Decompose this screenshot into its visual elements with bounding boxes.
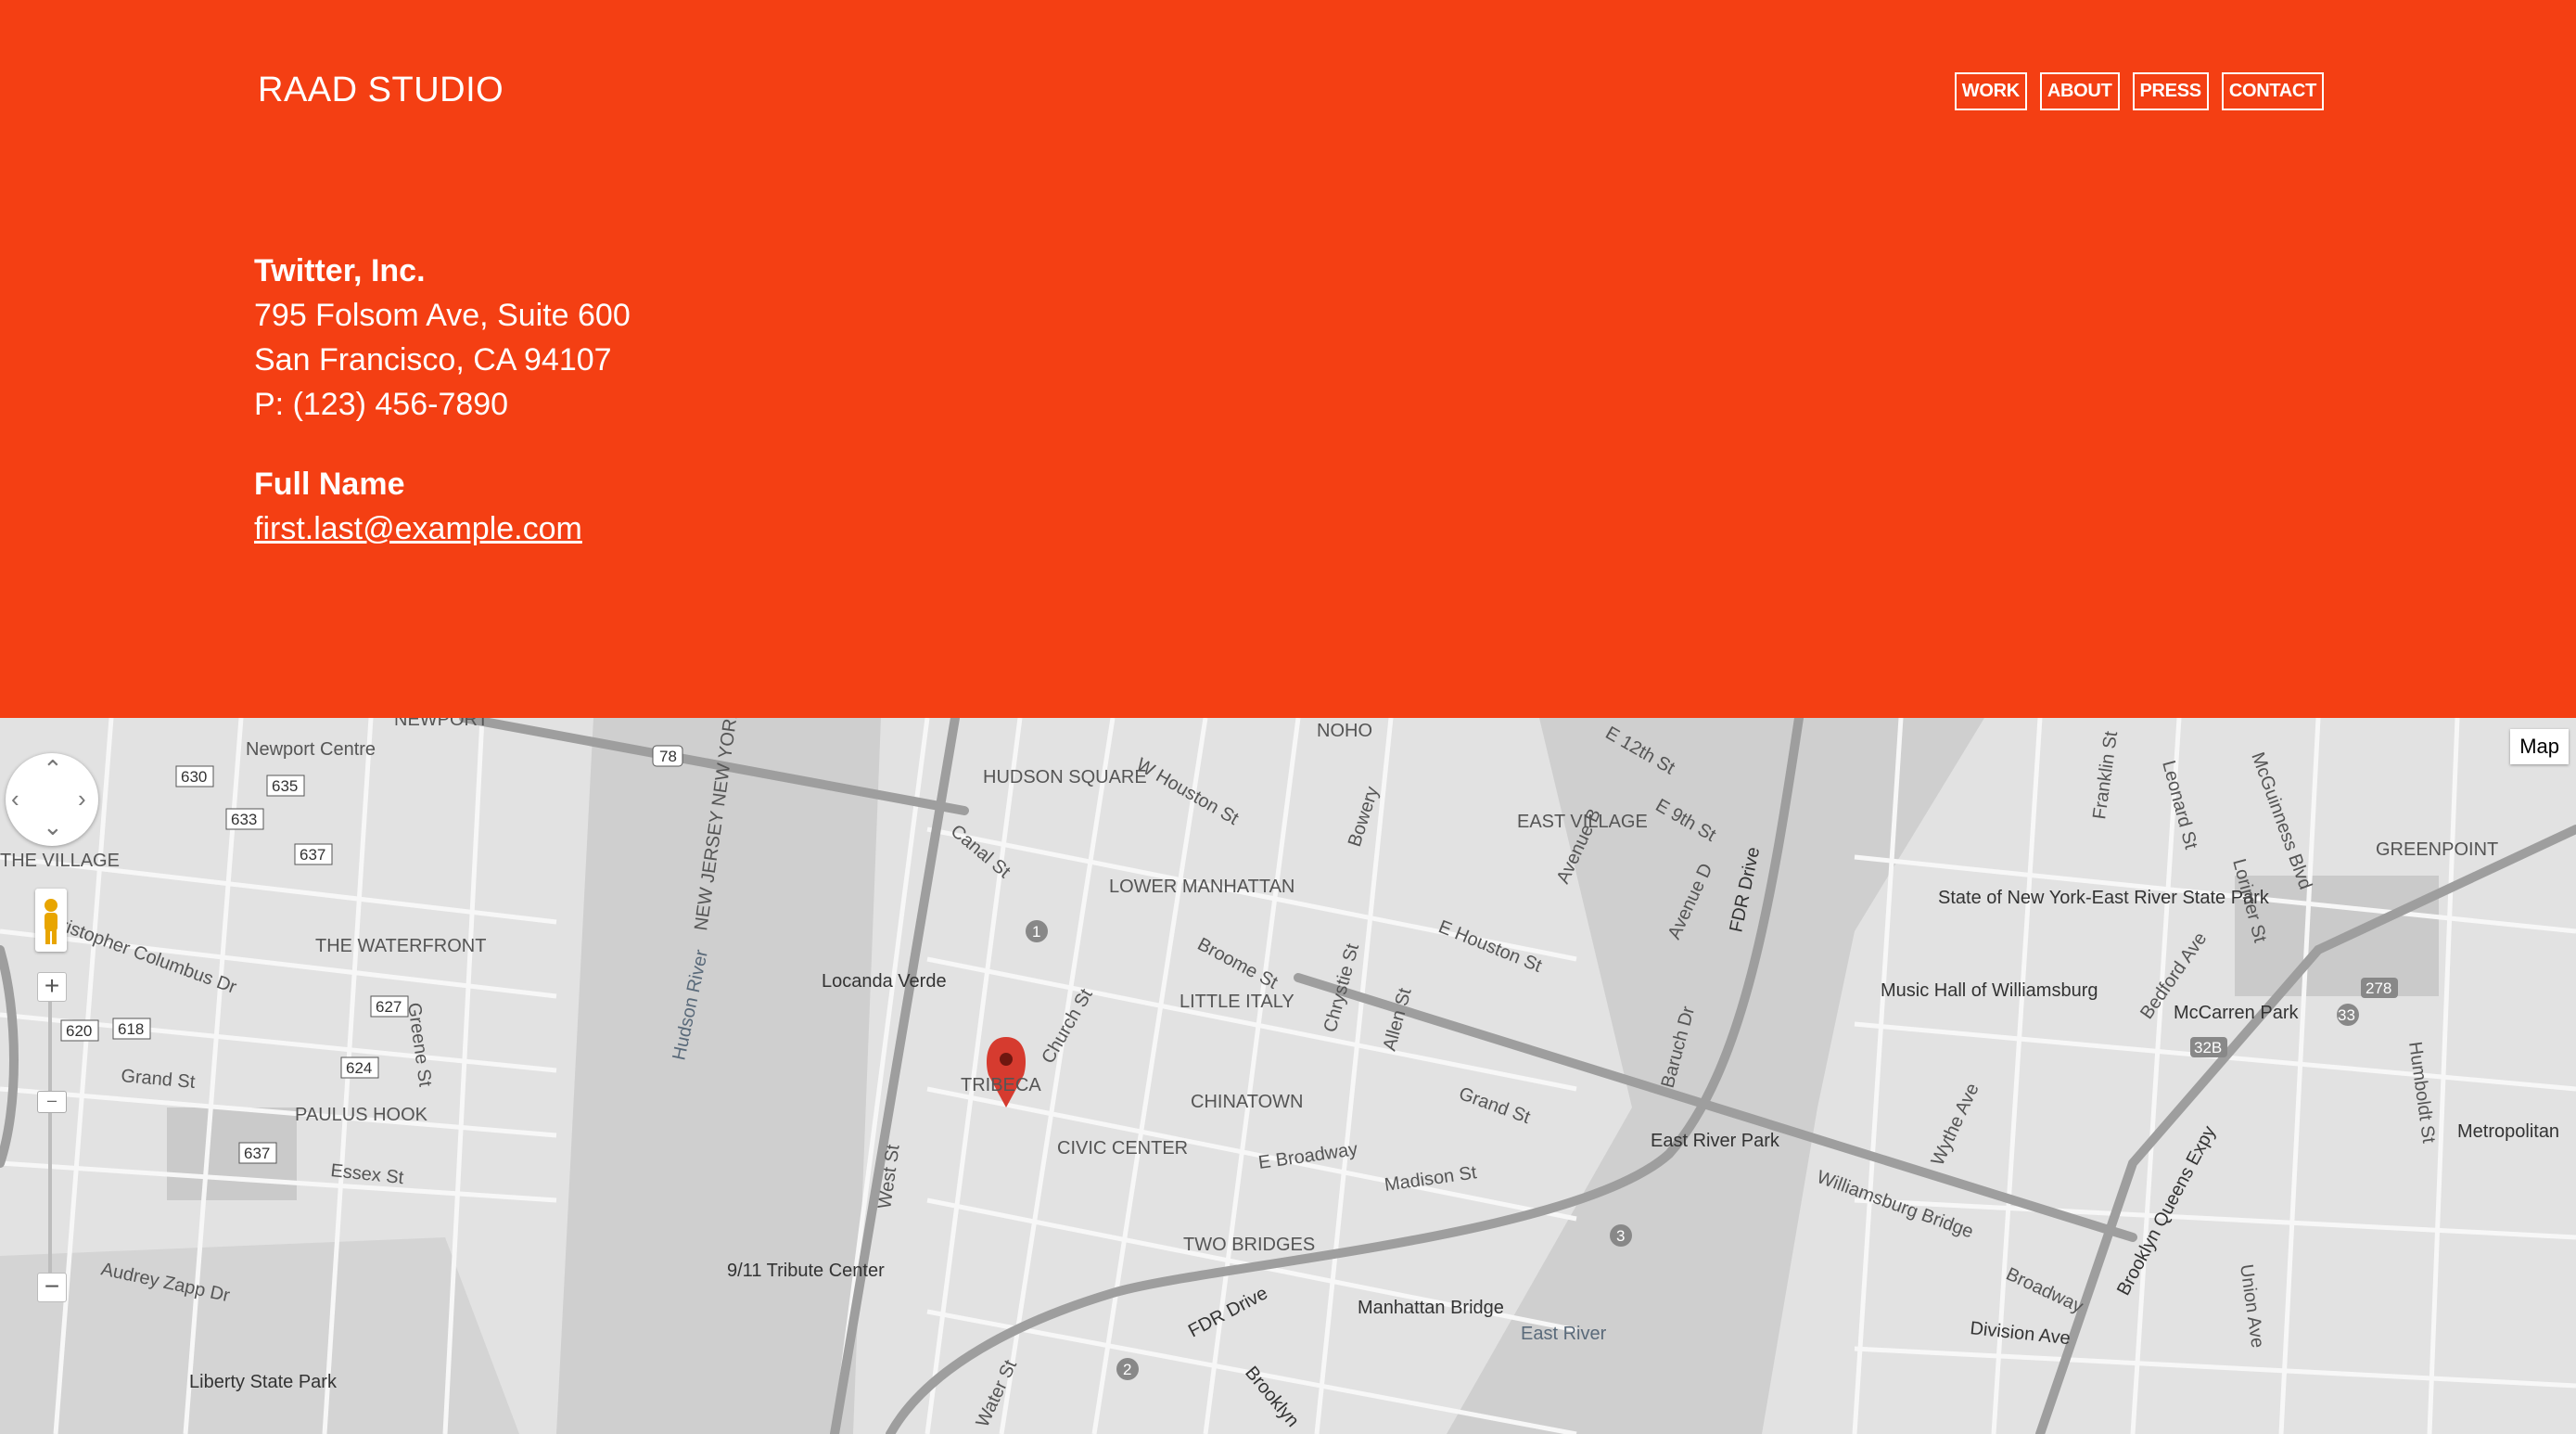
map-label: State of New York-East River State Park: [1938, 888, 2270, 908]
map-label: TWO BRIDGES: [1183, 1235, 1315, 1255]
map-label: Wythe Ave: [1928, 1081, 1983, 1169]
map-label: Metropolitan: [2457, 1121, 2559, 1142]
zoom-slider-handle[interactable]: –: [37, 1091, 67, 1113]
route-shield: 633: [231, 811, 257, 828]
map-label: Water St: [973, 1357, 1022, 1431]
map-label: Music Hall of Williamsburg: [1881, 980, 2098, 1001]
route-shield: 637: [300, 846, 325, 864]
nav-contact[interactable]: CONTACT: [2221, 72, 2324, 110]
route-shield: 33: [2338, 1006, 2355, 1024]
map-label: Manhattan Bridge: [1358, 1298, 1504, 1318]
route-shield: 635: [272, 777, 298, 795]
map-label: Union Ave: [2236, 1263, 2267, 1350]
nav-about[interactable]: ABOUT: [2039, 72, 2120, 110]
map-label: Locanda Verde: [822, 971, 947, 992]
zoom-slider-track[interactable]: [48, 987, 52, 1293]
route-shield: 278: [2366, 979, 2391, 997]
map-label: LITTLE ITALY: [1180, 992, 1294, 1012]
route-shield: 32B: [2194, 1039, 2222, 1056]
map-label: LOWER MANHATTAN: [1109, 877, 1294, 897]
nav-work[interactable]: WORK: [1954, 72, 2027, 110]
route-shield: 630: [181, 768, 207, 786]
pan-control[interactable]: ⌃ ⌄ ‹ ›: [6, 753, 98, 846]
map-label: HUDSON SQUARE: [983, 767, 1147, 787]
map-label: PAULUS HOOK: [295, 1105, 428, 1125]
map-label: Division Ave: [1969, 1318, 2071, 1349]
map-label: Newport Centre: [246, 739, 376, 760]
main-nav: WORK ABOUT PRESS CONTACT: [1954, 72, 2324, 110]
map[interactable]: Newport Centre THE VILLAGE THE WATERFRON…: [0, 718, 2576, 1434]
map-label: Liberty State Park: [189, 1372, 338, 1392]
site-logo[interactable]: RAAD STUDIO: [258, 70, 504, 110]
route-shield: 3: [1616, 1227, 1625, 1245]
map-label: W Houston St: [1133, 754, 1243, 829]
map-label: GREENPOINT: [2376, 839, 2498, 860]
route-shield: 624: [346, 1059, 372, 1077]
map-label: Grand St: [121, 1066, 197, 1093]
pan-right-icon[interactable]: ›: [78, 787, 86, 811]
pan-up-icon[interactable]: ⌃: [43, 757, 63, 781]
route-shield: 618: [118, 1020, 144, 1038]
map-label: Leonard St: [2158, 759, 2201, 852]
map-canvas: Newport Centre THE VILLAGE THE WATERFRON…: [0, 718, 2576, 1434]
map-label: CIVIC CENTER: [1057, 1138, 1188, 1159]
map-label: NEWPORT: [394, 718, 489, 730]
map-type-button[interactable]: Map: [2510, 729, 2569, 764]
hero-section: RAAD STUDIO WORK ABOUT PRESS CONTACT Twi…: [0, 0, 2576, 718]
map-label: Franklin St: [2089, 730, 2122, 821]
map-label: E Houston St: [1435, 916, 1545, 977]
map-label: THE WATERFRONT: [315, 936, 486, 956]
email-link[interactable]: first.last@example.com: [254, 511, 582, 546]
map-label: Allen St: [1380, 986, 1416, 1054]
map-marker-icon[interactable]: [986, 1037, 1027, 1108]
route-shield: 637: [244, 1145, 270, 1162]
map-label: Grand St: [1456, 1083, 1533, 1128]
route-shield: 1: [1032, 923, 1040, 941]
contact-info: Twitter, Inc. 795 Folsom Ave, Suite 600 …: [254, 249, 631, 551]
nav-press[interactable]: PRESS: [2132, 72, 2209, 110]
zoom-in-button[interactable]: +: [37, 972, 67, 1002]
route-shield: 2: [1123, 1361, 1131, 1378]
map-label: CHINATOWN: [1191, 1092, 1303, 1112]
map-label: FDR Drive: [1185, 1283, 1271, 1341]
map-label: Brooklyn: [1241, 1363, 1303, 1431]
map-label: 9/11 Tribute Center: [727, 1261, 885, 1281]
route-shield: 620: [66, 1022, 92, 1040]
map-label: THE VILLAGE: [0, 851, 120, 871]
map-label: Broadway: [2003, 1264, 2086, 1318]
phone-number: P: (123) 456-7890: [254, 387, 509, 422]
map-label: Brooklyn Queens Expy: [2113, 1122, 2220, 1299]
pan-left-icon[interactable]: ‹: [11, 787, 19, 811]
address-line-2: San Francisco, CA 94107: [254, 342, 612, 378]
street-view-pegman-icon[interactable]: [35, 889, 67, 952]
route-shield: 627: [376, 998, 402, 1016]
map-label: East River: [1521, 1324, 1607, 1344]
map-label: McCarren Park: [2174, 1003, 2299, 1023]
contact-name: Full Name: [254, 467, 405, 502]
company-name: Twitter, Inc.: [254, 253, 426, 288]
route-shield: 78: [659, 748, 677, 765]
map-label: Humboldt St: [2404, 1041, 2439, 1145]
map-label: TRIBECA: [961, 1075, 1041, 1095]
map-label: East River Park: [1651, 1131, 1780, 1151]
zoom-out-button[interactable]: −: [37, 1273, 67, 1302]
address-line-1: 795 Folsom Ave, Suite 600: [254, 298, 631, 333]
map-label: McGuinness Blvd: [2247, 749, 2315, 892]
map-label: NOHO: [1317, 721, 1372, 741]
pan-down-icon[interactable]: ⌄: [43, 814, 63, 839]
